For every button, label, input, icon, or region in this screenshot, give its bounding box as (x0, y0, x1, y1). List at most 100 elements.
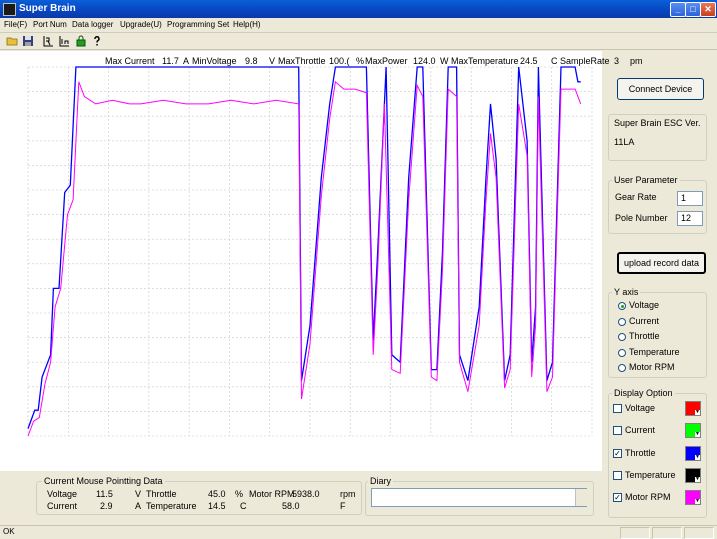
diary-title: Diary (368, 476, 394, 486)
color-swatch-motor-rpm[interactable]: ▼ (685, 490, 701, 506)
mouse-rpm-unit: rpm (340, 489, 356, 499)
color-swatch-current[interactable]: ▼ (685, 423, 701, 439)
gear-rate-label: Gear Rate (615, 192, 657, 202)
y-axis-option-label: Throttle (629, 331, 660, 341)
display-checkbox-temperature[interactable] (613, 470, 622, 480)
mouse-voltage-label: Voltage (47, 489, 78, 499)
mouse-temperature-label: Temperature (146, 501, 197, 511)
chart-up-icon[interactable] (58, 35, 70, 47)
menu-file[interactable]: File(F) (4, 20, 27, 29)
series-line-throttle (27, 66, 581, 429)
display-option-label: Motor RPM (625, 492, 671, 503)
max-current-value: 11.7 (162, 56, 179, 66)
mouse-temperature-unit: C (240, 501, 247, 511)
y-axis-radio-motor-rpm[interactable] (618, 364, 626, 372)
diary-scrollbar[interactable] (575, 489, 587, 506)
y-axis-option-label: Current (629, 315, 660, 326)
sample-rate-unit: pm (630, 56, 643, 66)
min-voltage-unit: V (269, 56, 276, 66)
max-power-label: MaxPower (365, 56, 408, 66)
mouse-rpm-label: Motor RPM (249, 489, 295, 499)
display-checkbox-motor-rpm[interactable]: ✓ (613, 493, 622, 503)
mouse-current-unit: A (135, 501, 142, 511)
display-option-label: Temperature (625, 469, 676, 480)
app-icon (3, 3, 16, 16)
connect-device-button[interactable]: Connect Device (617, 78, 704, 100)
y-axis-radio-temperature[interactable] (618, 348, 626, 357)
maximize-button[interactable]: □ (685, 2, 701, 17)
lock-icon[interactable] (75, 35, 87, 47)
pole-number-label: Pole Number (615, 213, 668, 223)
gear-rate-input[interactable]: 1 (677, 191, 703, 206)
min-voltage-value: 9.8 (245, 56, 258, 66)
mouse-extra-unit: F (340, 501, 346, 511)
color-swatch-temperature[interactable]: ▼ (685, 467, 701, 483)
min-voltage-label: MinVoltage (192, 56, 237, 66)
max-power-value: 124.0 (413, 56, 436, 66)
chart-area[interactable] (0, 51, 602, 471)
dropdown-arrow-icon: ▼ (695, 409, 700, 415)
data-logger-chart (27, 66, 593, 437)
max-temperature-unit: C (551, 56, 558, 66)
user-parameter-title: User Parameter (612, 175, 680, 185)
menu-bar: File(F) Port Num Data logger Upgrade(U) … (0, 18, 717, 33)
display-checkbox-throttle[interactable]: ✓ (613, 448, 622, 458)
max-throttle-value: 100.( (329, 56, 350, 66)
status-pane-1 (620, 527, 650, 539)
close-button[interactable]: ✕ (700, 2, 716, 17)
max-temperature-label: MaxTemperature (451, 56, 519, 66)
max-throttle-label: MaxThrottle (278, 56, 326, 66)
diary-input[interactable] (371, 488, 587, 507)
menu-upgrade[interactable]: Upgrade(U) (120, 20, 162, 29)
open-folder-icon[interactable] (6, 35, 18, 47)
menu-data-logger[interactable]: Data logger (72, 20, 113, 29)
upload-record-data-button[interactable]: upload record data (617, 252, 706, 274)
window-title: Super Brain (19, 3, 76, 14)
dropdown-arrow-icon: ▼ (695, 453, 700, 460)
y-axis-option-label: Voltage (629, 300, 660, 310)
menu-programming-set[interactable]: Programming Set (167, 20, 229, 29)
display-checkbox-voltage[interactable] (613, 404, 622, 413)
y-axis-radio-voltage[interactable] (618, 302, 626, 310)
max-current-unit: A (183, 56, 190, 66)
dropdown-arrow-icon: ▼ (695, 475, 700, 482)
chart-r-icon[interactable] (42, 35, 54, 47)
menu-port-num[interactable]: Port Num (33, 20, 67, 29)
y-axis-radio-current[interactable] (618, 317, 626, 326)
display-option-label: Throttle (625, 447, 656, 458)
display-option-title: Display Option (612, 388, 675, 398)
color-swatch-voltage[interactable]: ▼ (685, 401, 701, 416)
y-axis-option-label: Motor RPM (629, 362, 675, 372)
mouse-current-value: 2.9 (100, 501, 113, 511)
title-bar: Super Brain _ □ ✕ (0, 0, 717, 18)
mouse-voltage-unit: V (135, 489, 142, 499)
display-option-label: Voltage (625, 403, 656, 413)
max-throttle-unit: % (356, 56, 365, 66)
status-pane-2 (652, 527, 682, 539)
pole-number-input[interactable]: 12 (677, 211, 703, 226)
y-axis-radio-throttle[interactable] (618, 333, 626, 341)
dropdown-arrow-icon: ▼ (695, 498, 700, 505)
save-disk-icon[interactable] (22, 35, 34, 47)
max-power-unit: W (440, 56, 449, 66)
mouse-data-title: Current Mouse Pointting Data (42, 476, 165, 486)
toolbar (0, 33, 717, 50)
mouse-voltage-value: 11.5 (96, 489, 113, 499)
sample-rate-label: SampleRate (560, 56, 610, 66)
menu-help[interactable]: Help(H) (233, 20, 261, 29)
mouse-temperature-value: 14.5 (208, 501, 226, 511)
status-pane-3 (684, 527, 714, 539)
mouse-rpm-value: 5938.0 (292, 489, 320, 499)
mouse-throttle-unit: % (235, 489, 244, 499)
minimize-button[interactable]: _ (670, 2, 686, 17)
dropdown-arrow-icon: ▼ (695, 431, 700, 438)
display-option-label: Current (625, 425, 656, 436)
mouse-throttle-label: Throttle (146, 489, 177, 499)
mouse-extra-value: 58.0 (282, 501, 300, 511)
esc-version-value: 11LA (614, 137, 635, 147)
status-text: OK (3, 527, 15, 536)
display-checkbox-current[interactable] (613, 426, 622, 436)
sample-rate-value: 3 (614, 56, 620, 66)
help-question-icon[interactable] (91, 35, 103, 47)
color-swatch-throttle[interactable]: ▼ (685, 445, 701, 461)
